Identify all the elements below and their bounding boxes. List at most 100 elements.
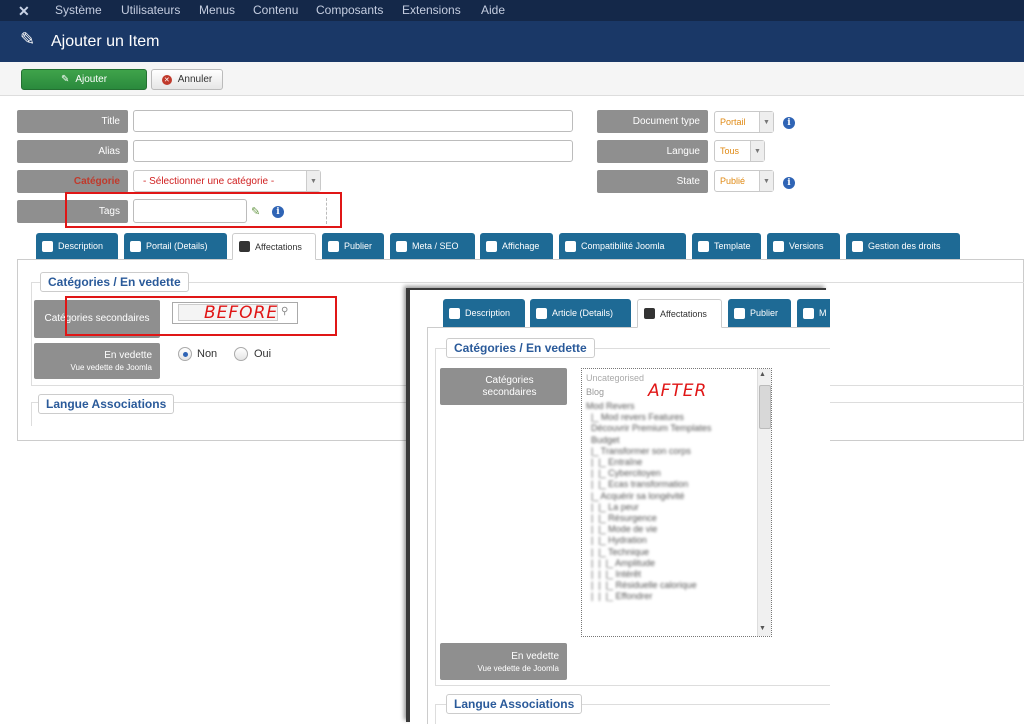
top-menu-bar: ✕ Système Utilisateurs Menus Contenu Com… (0, 0, 1024, 21)
tab-description[interactable]: Description (36, 233, 118, 259)
tab-template[interactable]: Template (692, 233, 761, 259)
category-select[interactable]: - Sélectionner une catégorie - ▼ (133, 170, 321, 192)
tab-description[interactable]: Description (443, 299, 525, 327)
scrollbar[interactable]: ▲ ▼ (757, 369, 771, 636)
tab-label: Compatibilité Joomla (581, 241, 665, 251)
chevron-down-icon: ▼ (750, 141, 764, 161)
featured-label: En vedette (104, 350, 152, 361)
chevron-down-icon: ▼ (759, 112, 773, 132)
annotation-box-tags (65, 192, 342, 228)
radio-yes-label: Oui (254, 348, 272, 360)
state-label: State (597, 170, 708, 193)
pencil-icon: ✎ (20, 29, 36, 49)
menu-extensions[interactable]: Extensions (402, 3, 461, 17)
tab-label: Versions (789, 241, 824, 251)
secondary-categories-multiselect[interactable]: Uncategorised Blog Mod Revers |_ Mod rev… (581, 368, 772, 637)
featured-yes-radio[interactable] (234, 347, 248, 361)
toolbar: ✎ Ajouter ✕ Annuler (0, 62, 1024, 96)
scroll-down-icon[interactable]: ▼ (759, 625, 766, 632)
scrollbar-thumb[interactable] (759, 385, 771, 429)
after-categories-legend: Catégories / En vedette (446, 338, 595, 358)
document-icon (449, 307, 460, 319)
scroll-up-icon[interactable]: ▲ (759, 371, 766, 378)
wrench-icon (852, 240, 863, 252)
featured-sublabel: Vue vedette de Joomla (70, 363, 152, 372)
cancel-icon: ✕ (161, 74, 172, 85)
eye-icon (486, 240, 497, 252)
tab-label: Template (714, 241, 751, 251)
tab-label: Gestion des droits (868, 241, 941, 251)
info-icon[interactable]: i (783, 117, 795, 129)
title-input[interactable] (133, 110, 573, 132)
document-icon (42, 240, 53, 252)
page-title: Ajouter un Item (51, 33, 160, 50)
tab-meta-seo[interactable]: Meta / SEO (390, 233, 475, 259)
category-label: Catégorie (17, 170, 128, 193)
alias-input[interactable] (133, 140, 573, 162)
tab-label: Article (Details) (552, 308, 614, 318)
chevron-down-icon: ▼ (759, 171, 773, 191)
tab-article-details[interactable]: Article (Details) (530, 299, 631, 327)
joomla-icon (565, 240, 576, 252)
annotation-box-before (65, 296, 337, 336)
edit-icon: ✎ (60, 74, 70, 85)
info-icon[interactable]: i (783, 177, 795, 189)
chevron-down-icon: ▼ (306, 171, 320, 191)
radio-no-label: Non (197, 348, 218, 360)
tab-affectations[interactable]: Affectations (637, 299, 722, 328)
tab-label: Publier (750, 308, 779, 318)
menu-aide[interactable]: Aide (481, 3, 505, 17)
tab-affectations[interactable]: Affectations (232, 233, 316, 260)
tab-affichage[interactable]: Affichage (480, 233, 553, 259)
after-featured-label-box: En vedette Vue vedette de Joomla (440, 643, 567, 680)
sitemap-icon (239, 241, 250, 252)
menu-menus[interactable]: Menus (199, 3, 235, 17)
tab-label: Description (58, 241, 104, 251)
state-value: Publié (720, 176, 746, 186)
categories-legend: Catégories / En vedette (40, 272, 189, 292)
tab-label: Description (465, 308, 511, 318)
menu-contenu[interactable]: Contenu (253, 3, 298, 17)
list-item[interactable]: Blog (586, 387, 604, 397)
calendar-icon (328, 240, 339, 252)
checkbox-icon (536, 307, 547, 319)
tab-meta-seo[interactable]: M (797, 299, 830, 327)
save-label: Ajouter (75, 74, 108, 85)
doctype-label: Document type (597, 110, 708, 133)
tab-label: Affectations (255, 241, 302, 252)
category-value: - Sélectionner une catégorie - (143, 175, 275, 187)
menu-utilisateurs[interactable]: Utilisateurs (121, 3, 180, 17)
tab-gestion-des-droits[interactable]: Gestion des droits (846, 233, 960, 259)
language-value: Tous (720, 146, 740, 156)
featured-label-box: En vedette Vue vedette de Joomla (34, 343, 160, 379)
language-select[interactable]: Tous ▼ (714, 140, 765, 162)
after-language-legend: Langue Associations (446, 694, 583, 714)
calendar-icon (734, 307, 745, 319)
after-secondary-label: Catégories secondaires (440, 368, 567, 405)
bookmark-icon (803, 307, 814, 319)
bookmark-icon (396, 240, 407, 252)
palette-icon (698, 240, 709, 252)
menu-composants[interactable]: Composants (316, 3, 383, 17)
tab-label: Portail (Details) (146, 241, 208, 251)
cancel-button[interactable]: ✕ Annuler (151, 69, 223, 90)
state-select[interactable]: Publié ▼ (714, 170, 774, 192)
checkbox-icon (130, 240, 141, 252)
save-button[interactable]: ✎ Ajouter (21, 69, 147, 90)
copy-icon (773, 240, 784, 252)
doctype-select[interactable]: Portail ▼ (714, 111, 774, 133)
tab-label: Meta / SEO (412, 241, 459, 251)
tab-compatibilite-joomla[interactable]: Compatibilité Joomla (559, 233, 686, 259)
featured-label: En vedette (511, 650, 559, 662)
menu-systeme[interactable]: Système (55, 3, 102, 17)
tab-portail-details[interactable]: Portail (Details) (124, 233, 227, 259)
joomla-logo-icon[interactable]: ✕ (18, 3, 30, 20)
tab-publier[interactable]: Publier (728, 299, 791, 327)
tab-versions[interactable]: Versions (767, 233, 840, 259)
cancel-label: Annuler (177, 74, 213, 85)
list-item[interactable]: Uncategorised (586, 373, 644, 383)
tab-publier[interactable]: Publier (322, 233, 384, 259)
tab-label: Affectations (660, 308, 707, 319)
featured-no-radio[interactable] (178, 347, 192, 361)
title-label: Title (17, 110, 128, 133)
